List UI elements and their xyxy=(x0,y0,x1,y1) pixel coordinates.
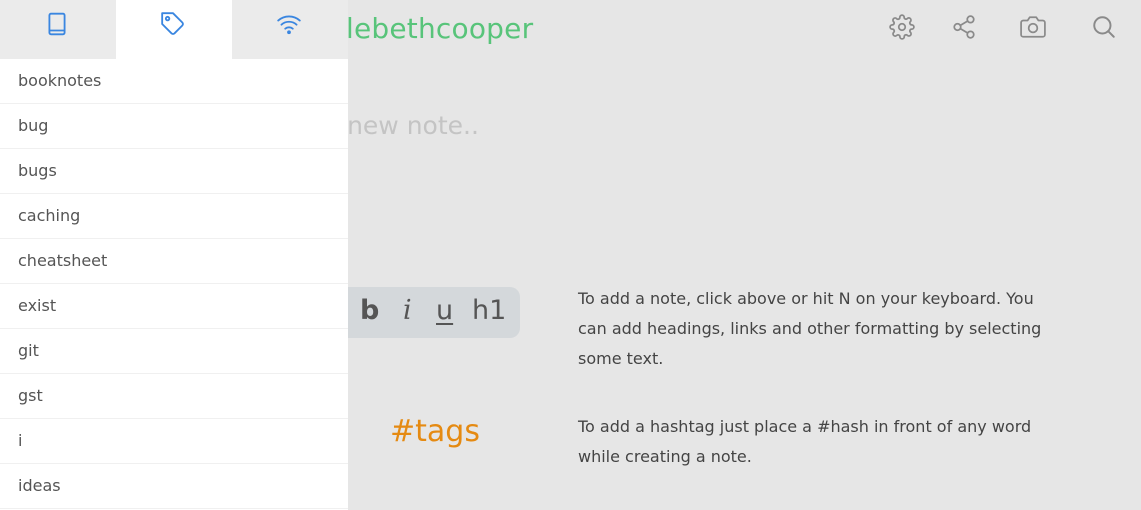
sidebar-tabbar xyxy=(0,0,348,59)
tag-list-item[interactable]: cheatsheet xyxy=(0,239,348,284)
tag-list-item[interactable]: bug xyxy=(0,104,348,149)
tag-list-item[interactable]: i xyxy=(0,419,348,464)
tag-list-item[interactable]: exist xyxy=(0,284,348,329)
tag-list: booknotes bug bugs caching cheatsheet exist gi… xyxy=(0,59,348,509)
share-icon[interactable] xyxy=(949,12,979,42)
username-title: llebethcooper xyxy=(338,12,534,45)
tag-list-item[interactable]: gst xyxy=(0,374,348,419)
search-icon[interactable] xyxy=(1089,12,1119,42)
format-help-text: To add a note, click above or hit N on y… xyxy=(578,289,1042,368)
wifi-icon xyxy=(277,15,301,35)
hashtag-sample: #tags xyxy=(390,414,480,449)
underline-button: u xyxy=(436,295,454,326)
heading-button: h1 xyxy=(472,295,507,326)
tab-tags[interactable] xyxy=(116,0,232,59)
bold-button: b xyxy=(360,295,380,326)
tag-list-item[interactable]: booknotes xyxy=(0,59,348,104)
sidebar: booknotes bug bugs caching cheatsheet exist gi… xyxy=(0,0,348,510)
book-icon xyxy=(48,12,66,36)
tag-list-item[interactable]: git xyxy=(0,329,348,374)
gear-icon[interactable] xyxy=(887,12,917,42)
tab-sync[interactable] xyxy=(232,0,348,59)
tag-icon xyxy=(161,12,184,35)
tab-notebooks[interactable] xyxy=(0,0,116,59)
tag-list-item[interactable]: bugs xyxy=(0,149,348,194)
hashtag-help-text: To add a hashtag just place a #hash in f… xyxy=(578,417,1032,466)
tag-list-item[interactable]: caching xyxy=(0,194,348,239)
camera-icon[interactable] xyxy=(1018,12,1048,42)
tag-list-item[interactable]: ideas xyxy=(0,464,348,509)
italic-button: i xyxy=(403,295,412,326)
